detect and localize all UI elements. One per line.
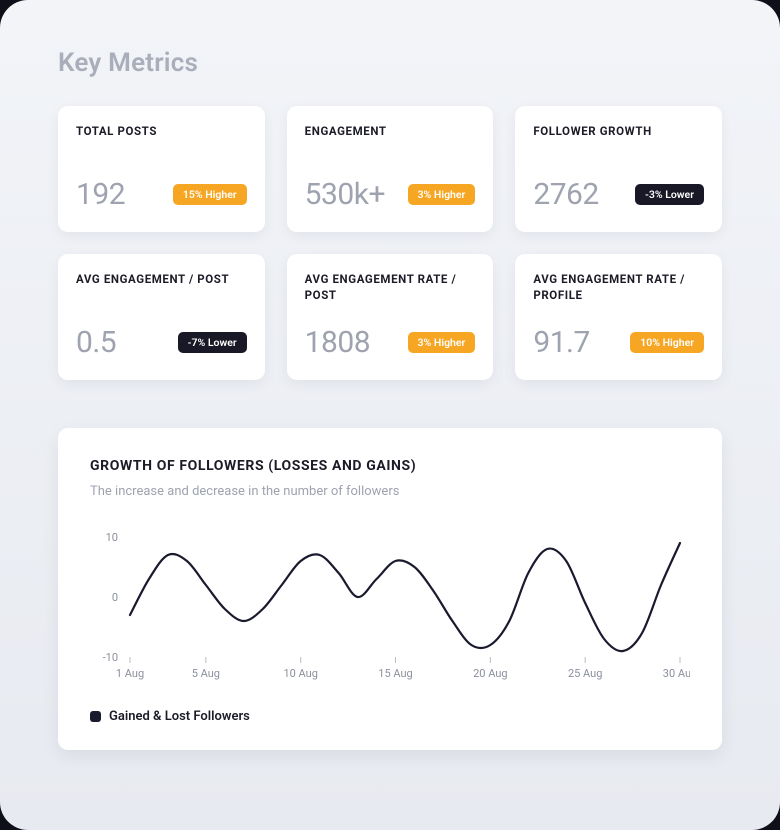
svg-text:30 Aug: 30 Aug bbox=[663, 667, 690, 680]
trend-badge: 15% Higher bbox=[173, 184, 247, 205]
metric-value: 1808 bbox=[305, 325, 370, 360]
trend-badge: 10% Higher bbox=[630, 332, 704, 353]
svg-text:0: 0 bbox=[112, 591, 118, 604]
metric-value: 192 bbox=[76, 177, 125, 212]
trend-badge: -7% Lower bbox=[178, 332, 247, 353]
trend-badge: 3% Higher bbox=[408, 184, 476, 205]
metric-label: TOTAL POSTS bbox=[76, 124, 247, 140]
legend-label: Gained & Lost Followers bbox=[109, 709, 250, 724]
metric-cards-grid: TOTAL POSTS 192 15% Higher ENGAGEMENT 53… bbox=[58, 106, 722, 380]
svg-text:20 Aug: 20 Aug bbox=[473, 667, 507, 680]
metric-label: AVG ENGAGEMENT / POST bbox=[76, 272, 247, 288]
trend-badge: -3% Lower bbox=[635, 184, 704, 205]
svg-text:1 Aug: 1 Aug bbox=[116, 667, 144, 680]
metric-card-total-posts: TOTAL POSTS 192 15% Higher bbox=[58, 106, 265, 232]
chart-plot-area: 10 0 -10 1 Aug 5 Aug 10 Aug 15 Aug 20 Aug 25 Aug… bbox=[90, 527, 690, 687]
followers-chart-card: GROWTH OF FOLLOWERS (LOSSES AND GAINS) T… bbox=[58, 428, 722, 750]
svg-text:5 Aug: 5 Aug bbox=[192, 667, 220, 680]
metric-card-follower-growth: FOLLOWER GROWTH 2762 -3% Lower bbox=[515, 106, 722, 232]
metric-card-avg-engagement-post: AVG ENGAGEMENT / POST 0.5 -7% Lower bbox=[58, 254, 265, 380]
metric-card-engagement: ENGAGEMENT 530k+ 3% Higher bbox=[287, 106, 494, 232]
metric-label: ENGAGEMENT bbox=[305, 124, 476, 140]
metric-card-avg-engagement-rate-post: AVG ENGAGEMENT RATE / POST 1808 3% Highe… bbox=[287, 254, 494, 380]
metric-value: 0.5 bbox=[76, 325, 116, 360]
metric-label: FOLLOWER GROWTH bbox=[533, 124, 704, 140]
page-title: Key Metrics bbox=[58, 48, 722, 78]
trend-badge: 3% Higher bbox=[408, 332, 476, 353]
svg-text:15 Aug: 15 Aug bbox=[378, 667, 412, 680]
chart-title: GROWTH OF FOLLOWERS (LOSSES AND GAINS) bbox=[90, 458, 690, 474]
svg-text:-10: -10 bbox=[103, 651, 118, 664]
chart-subtitle: The increase and decrease in the number … bbox=[90, 484, 690, 499]
metric-label: AVG ENGAGEMENT RATE / PROFILE bbox=[533, 272, 704, 303]
svg-text:10: 10 bbox=[106, 531, 118, 544]
legend-swatch-icon bbox=[90, 711, 101, 722]
metrics-panel: Key Metrics TOTAL POSTS 192 15% Higher E… bbox=[0, 0, 780, 830]
chart-legend: Gained & Lost Followers bbox=[90, 709, 690, 724]
metric-value: 91.7 bbox=[533, 325, 590, 360]
svg-text:25 Aug: 25 Aug bbox=[568, 667, 602, 680]
metric-card-avg-engagement-rate-profile: AVG ENGAGEMENT RATE / PROFILE 91.7 10% H… bbox=[515, 254, 722, 380]
metric-value: 530k+ bbox=[305, 177, 385, 212]
line-chart-svg: 10 0 -10 1 Aug 5 Aug 10 Aug 15 Aug 20 Aug 25 Aug… bbox=[90, 527, 690, 687]
metric-label: AVG ENGAGEMENT RATE / POST bbox=[305, 272, 476, 303]
metric-value: 2762 bbox=[533, 177, 598, 212]
svg-text:10 Aug: 10 Aug bbox=[283, 667, 317, 680]
